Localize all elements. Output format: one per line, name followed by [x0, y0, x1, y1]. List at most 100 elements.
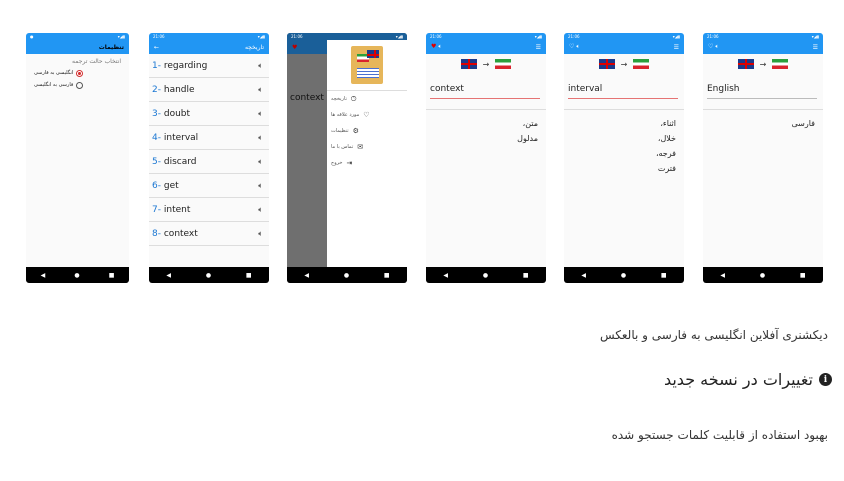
home-icon[interactable]: ●: [760, 272, 765, 279]
recents-icon[interactable]: ■: [661, 272, 667, 279]
home-icon[interactable]: ●: [74, 272, 79, 279]
arrow-icon: →: [759, 59, 767, 69]
history-item-word: regarding: [163, 60, 208, 71]
behind-input-text: context: [290, 93, 324, 103]
book-logo-icon: [351, 46, 383, 84]
android-nav-bar: ◀ ● ■: [287, 267, 407, 283]
history-item[interactable]: 5- discard 🔈︎: [149, 150, 269, 174]
app-bar: ♥ 🔈︎ ☰: [426, 40, 546, 54]
status-bar: 21:06 ▾◢▮: [703, 33, 823, 40]
iran-flag-icon: [633, 59, 650, 69]
language-direction[interactable]: →: [564, 54, 684, 74]
back-icon[interactable]: ◀: [720, 272, 725, 279]
heart-filled-icon[interactable]: ♥: [431, 43, 436, 50]
home-icon[interactable]: ●: [483, 272, 488, 279]
meaning-line: متن،: [522, 119, 538, 128]
back-icon[interactable]: ◀: [41, 272, 46, 279]
history-item-word: get: [163, 180, 179, 191]
recents-icon[interactable]: ■: [800, 272, 806, 279]
status-bar: 21:06 ▾◢▮: [149, 33, 269, 40]
speaker-icon[interactable]: 🔈︎: [258, 157, 263, 167]
drawer-item[interactable]: ♡ مورد علاقه ها: [327, 107, 407, 123]
history-item-number: 3-: [152, 108, 161, 119]
uk-flag-icon: [598, 59, 615, 69]
history-item-number: 1-: [152, 60, 161, 71]
heart-outline-icon[interactable]: ♡: [708, 43, 713, 50]
home-icon[interactable]: ●: [621, 272, 626, 279]
recents-icon[interactable]: ■: [246, 272, 252, 279]
section-title: انتخاب حالت ترجمه: [72, 58, 121, 65]
arrow-icon: →: [620, 59, 628, 69]
speaker-icon[interactable]: 🔈︎: [258, 61, 263, 71]
speaker-icon[interactable]: 🔈︎: [258, 85, 263, 95]
radio-selected[interactable]: [76, 69, 84, 77]
search-input[interactable]: English: [707, 80, 817, 99]
screenshot-drawer[interactable]: 21:06 ▾◢▮ ♥ context 🕑︎ تاریخچه ♡ مورد علاقه …: [287, 33, 407, 283]
back-icon[interactable]: ◀: [581, 272, 586, 279]
drawer-item[interactable]: ⇥ خروج: [327, 155, 407, 171]
recents-icon[interactable]: ■: [523, 272, 529, 279]
speaker-icon[interactable]: 🔈︎: [715, 43, 719, 50]
back-arrow-icon[interactable]: ←: [154, 44, 159, 51]
history-item-word: discard: [163, 156, 197, 167]
option-fa-en[interactable]: فارسی به انگلیسی: [26, 79, 129, 91]
screenshot-result-english[interactable]: 21:06 ▾◢▮ ♡ 🔈︎ ☰ → English فارسی ◀ ● ■: [703, 33, 823, 283]
history-item[interactable]: 7- intent 🔈︎: [149, 198, 269, 222]
iran-flag-icon: [495, 59, 512, 69]
screenshot-result-context[interactable]: 21:06 ▾◢▮ ♥ 🔈︎ ☰ → context متن، مدلول ◀ ● ■: [426, 33, 546, 283]
speaker-icon[interactable]: 🔈︎: [258, 133, 263, 143]
back-icon[interactable]: ◀: [166, 272, 171, 279]
drawer-item-label: تاریخچه: [331, 96, 347, 102]
back-icon[interactable]: ◀: [304, 272, 309, 279]
search-input[interactable]: context: [430, 80, 540, 99]
drawer-item[interactable]: ⚙︎ تنظیمات: [327, 123, 407, 139]
speaker-icon[interactable]: 🔈︎: [258, 109, 263, 119]
search-input[interactable]: interval: [568, 80, 678, 99]
history-item[interactable]: 3- doubt 🔈︎: [149, 102, 269, 126]
app-description: دیکشنری آفلاین انگلیسی به فارسی و بالعکس: [599, 328, 828, 342]
home-icon[interactable]: ●: [206, 272, 211, 279]
status-bar: 21:06 ▾◢▮: [426, 33, 546, 40]
language-direction[interactable]: →: [703, 54, 823, 74]
history-item-number: 4-: [152, 132, 161, 143]
translation-result: متن، مدلول: [426, 109, 546, 146]
screenshot-history[interactable]: 21:06 ▾◢▮ ← تاریخچه 1- regarding 🔈︎ 2- hand…: [149, 33, 269, 283]
drawer-item[interactable]: ✉︎ تماس با ما: [327, 139, 407, 155]
recents-icon[interactable]: ■: [384, 272, 390, 279]
history-item-number: 6-: [152, 180, 161, 191]
menu-icon[interactable]: ☰: [813, 44, 818, 51]
history-item-word: doubt: [163, 108, 191, 119]
history-item[interactable]: 8- context 🔈︎: [149, 222, 269, 246]
history-item[interactable]: 1- regarding 🔈︎: [149, 54, 269, 78]
speaker-icon[interactable]: 🔈︎: [576, 43, 580, 50]
android-nav-bar: ◀ ● ■: [703, 267, 823, 283]
language-direction[interactable]: →: [426, 54, 546, 74]
drawer-item[interactable]: 🕑︎ تاریخچه: [327, 91, 407, 107]
history-item[interactable]: 4- interval 🔈︎: [149, 126, 269, 150]
app-bar: ♡ 🔈︎ ☰: [564, 40, 684, 54]
heart-icon[interactable]: ♥: [292, 44, 297, 51]
screenshot-result-interval[interactable]: 21:06 ▾◢▮ ♡ 🔈︎ ☰ → interval اثناء، خلال، فر…: [564, 33, 684, 283]
back-icon[interactable]: ◀: [443, 272, 448, 279]
home-icon[interactable]: ●: [344, 272, 349, 279]
menu-icon[interactable]: ☰: [674, 44, 679, 51]
speaker-icon[interactable]: 🔈︎: [258, 229, 263, 239]
translation-result: فارسی: [703, 109, 823, 131]
radio-unselected[interactable]: [76, 81, 84, 89]
exit-icon: ⇥: [346, 159, 353, 167]
speaker-icon[interactable]: 🔈︎: [258, 181, 263, 191]
speaker-icon[interactable]: 🔈︎: [438, 43, 442, 50]
speaker-icon[interactable]: 🔈︎: [258, 205, 263, 215]
menu-icon[interactable]: ☰: [536, 44, 541, 51]
meaning-line: خلال،: [657, 134, 676, 143]
option-en-fa[interactable]: انگلیسی به فارسی: [26, 67, 129, 79]
history-icon: 🕑︎: [350, 94, 357, 103]
screenshot-settings[interactable]: ● ▾◢▮ تنظیمات انتخاب حالت ترجمه انگلیسی ب…: [26, 33, 129, 283]
heart-icon: ♡: [363, 111, 370, 119]
heart-outline-icon[interactable]: ♡: [569, 43, 574, 50]
history-item[interactable]: 6- get 🔈︎: [149, 174, 269, 198]
recents-icon[interactable]: ■: [109, 272, 115, 279]
whats-new-heading: i تغییرات در نسخه جدید: [664, 370, 832, 389]
history-item[interactable]: 2- handle 🔈︎: [149, 78, 269, 102]
history-item-number: 7-: [152, 204, 161, 215]
